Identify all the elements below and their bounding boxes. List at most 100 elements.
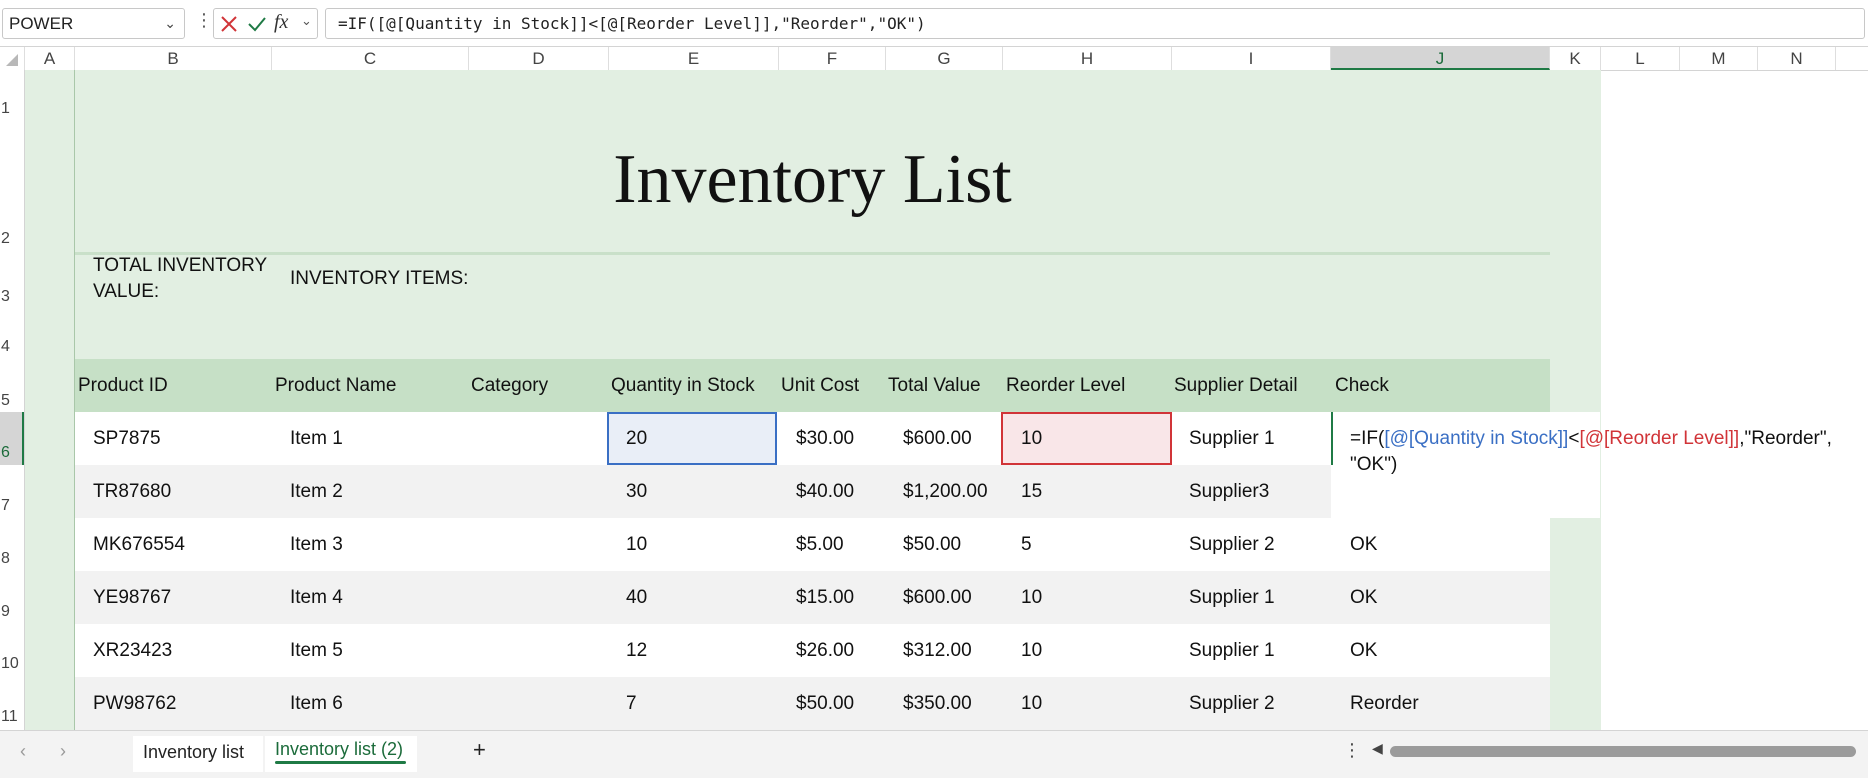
cell-unit-cost[interactable]: $26.00 (796, 640, 854, 662)
cell-check[interactable]: OK (1350, 534, 1377, 556)
column-header[interactable]: F (779, 47, 886, 70)
header-category[interactable]: Category (471, 375, 548, 397)
cell-product-name[interactable]: Item 5 (290, 640, 343, 662)
insert-function-icon[interactable]: fx (274, 11, 288, 34)
cell-unit-cost[interactable]: $15.00 (796, 587, 854, 609)
more-options-icon[interactable]: ⋮ (1343, 740, 1361, 761)
cell-supplier[interactable]: Supplier3 (1189, 481, 1269, 503)
cell-supplier[interactable]: Supplier 2 (1189, 693, 1275, 715)
cell-total-value[interactable]: $600.00 (903, 587, 972, 609)
cell-editor-line2[interactable]: "OK") (1350, 454, 1397, 476)
row-header[interactable]: 7 (0, 497, 24, 515)
cell-quantity[interactable]: 12 (626, 640, 647, 662)
column-header[interactable]: L (1601, 47, 1680, 70)
column-header[interactable]: B (75, 47, 272, 70)
cell-reorder-level[interactable]: 10 (1021, 428, 1042, 450)
header-supplier-detail[interactable]: Supplier Detail (1174, 375, 1298, 397)
cell-quantity[interactable]: 20 (626, 428, 647, 450)
row-header[interactable]: 8 (0, 550, 24, 568)
column-header[interactable]: I (1172, 47, 1331, 70)
column-header[interactable]: G (886, 47, 1003, 70)
column-header[interactable]: K (1550, 47, 1601, 70)
cell-check[interactable]: OK (1350, 587, 1377, 609)
cell-product-name[interactable]: Item 3 (290, 534, 343, 556)
row-header[interactable]: 1 (0, 100, 24, 118)
header-check[interactable]: Check (1335, 375, 1389, 397)
cell-product-id[interactable]: SP7875 (93, 428, 161, 450)
column-header[interactable]: C (272, 47, 469, 70)
cell-quantity[interactable]: 30 (626, 481, 647, 503)
name-box[interactable]: POWER ⌄ (2, 8, 185, 39)
cell-reorder-level[interactable]: 10 (1021, 640, 1042, 662)
horizontal-scrollbar[interactable] (1390, 746, 1856, 757)
scroll-left-icon[interactable]: ‹ (20, 741, 26, 762)
total-inventory-label-line2: VALUE: (93, 281, 160, 302)
cell-unit-cost[interactable]: $30.00 (796, 428, 854, 450)
header-unit-cost[interactable]: Unit Cost (781, 375, 859, 397)
cell-product-id[interactable]: MK676554 (93, 534, 185, 556)
cell-total-value[interactable]: $350.00 (903, 693, 972, 715)
cell-product-name[interactable]: Item 1 (290, 428, 343, 450)
add-sheet-button[interactable]: + (473, 737, 486, 763)
cell-supplier[interactable]: Supplier 1 (1189, 428, 1275, 450)
header-total-value[interactable]: Total Value (888, 375, 981, 397)
cell-unit-cost[interactable]: $40.00 (796, 481, 854, 503)
cell-unit-cost[interactable]: $50.00 (796, 693, 854, 715)
row-header[interactable]: 3 (0, 288, 24, 306)
column-header[interactable]: A (25, 47, 75, 70)
enter-check-icon[interactable] (247, 15, 267, 33)
sheet-tab-inventory-list-2[interactable]: Inventory list (2) (275, 739, 403, 760)
sheet-tab-inventory-list[interactable]: Inventory list (143, 742, 244, 763)
column-header[interactable]: D (469, 47, 609, 70)
row-header[interactable]: 11 (0, 708, 24, 726)
cell-reorder-level[interactable]: 15 (1021, 481, 1042, 503)
cell-supplier[interactable]: Supplier 1 (1189, 640, 1275, 662)
cell-total-value[interactable]: $50.00 (903, 534, 961, 556)
header-product-id[interactable]: Product ID (78, 375, 168, 397)
cell-product-id[interactable]: PW98762 (93, 693, 176, 715)
more-options-icon[interactable]: ⋮ (195, 10, 213, 31)
cell-quantity[interactable]: 40 (626, 587, 647, 609)
formula-input[interactable]: =IF([@[Quantity in Stock]]<[@[Reorder Le… (325, 8, 1865, 39)
header-quantity-in-stock[interactable]: Quantity in Stock (611, 375, 755, 397)
cell-check[interactable]: Reorder (1350, 693, 1419, 715)
select-all-corner[interactable] (0, 47, 25, 70)
row-header-selected[interactable]: 6 (0, 412, 24, 465)
cell-reorder-level[interactable]: 10 (1021, 587, 1042, 609)
cell-unit-cost[interactable]: $5.00 (796, 534, 844, 556)
cell-editor-line1[interactable]: =IF([@[Quantity in Stock]]<[@[Reorder Le… (1350, 428, 1832, 450)
header-product-name[interactable]: Product Name (275, 375, 396, 397)
cell-supplier[interactable]: Supplier 1 (1189, 587, 1275, 609)
row-header[interactable]: 2 (0, 230, 24, 248)
cell-product-name[interactable]: Item 2 (290, 481, 343, 503)
header-reorder-level[interactable]: Reorder Level (1006, 375, 1125, 397)
chevron-down-icon[interactable]: ⌄ (164, 9, 176, 38)
cell-quantity[interactable]: 7 (626, 693, 637, 715)
chevron-down-icon[interactable]: ⌄ (301, 13, 312, 29)
column-header[interactable]: M (1680, 47, 1758, 70)
cell-product-name[interactable]: Item 4 (290, 587, 343, 609)
cell-reorder-level[interactable]: 5 (1021, 534, 1032, 556)
cell-product-id[interactable]: YE98767 (93, 587, 171, 609)
row-header[interactable]: 5 (0, 392, 24, 410)
cell-quantity[interactable]: 10 (626, 534, 647, 556)
cell-product-name[interactable]: Item 6 (290, 693, 343, 715)
cell-total-value[interactable]: $312.00 (903, 640, 972, 662)
cell-product-id[interactable]: XR23423 (93, 640, 172, 662)
column-header[interactable]: H (1003, 47, 1172, 70)
cell-check[interactable]: OK (1350, 640, 1377, 662)
cell-reorder-level[interactable]: 10 (1021, 693, 1042, 715)
row-header[interactable]: 9 (0, 603, 24, 621)
row-header[interactable]: 10 (0, 655, 24, 673)
cell-total-value[interactable]: $600.00 (903, 428, 972, 450)
row-header[interactable]: 4 (0, 338, 24, 356)
scroll-left-triangle-icon[interactable]: ◀ (1372, 740, 1383, 757)
column-header[interactable]: N (1758, 47, 1836, 70)
cell-total-value[interactable]: $1,200.00 (903, 481, 988, 503)
column-header-selected[interactable]: J (1331, 47, 1550, 70)
cell-product-id[interactable]: TR87680 (93, 481, 171, 503)
column-header[interactable]: E (609, 47, 779, 70)
cancel-icon[interactable] (220, 15, 238, 33)
scroll-right-icon[interactable]: › (60, 741, 66, 762)
cell-supplier[interactable]: Supplier 2 (1189, 534, 1275, 556)
